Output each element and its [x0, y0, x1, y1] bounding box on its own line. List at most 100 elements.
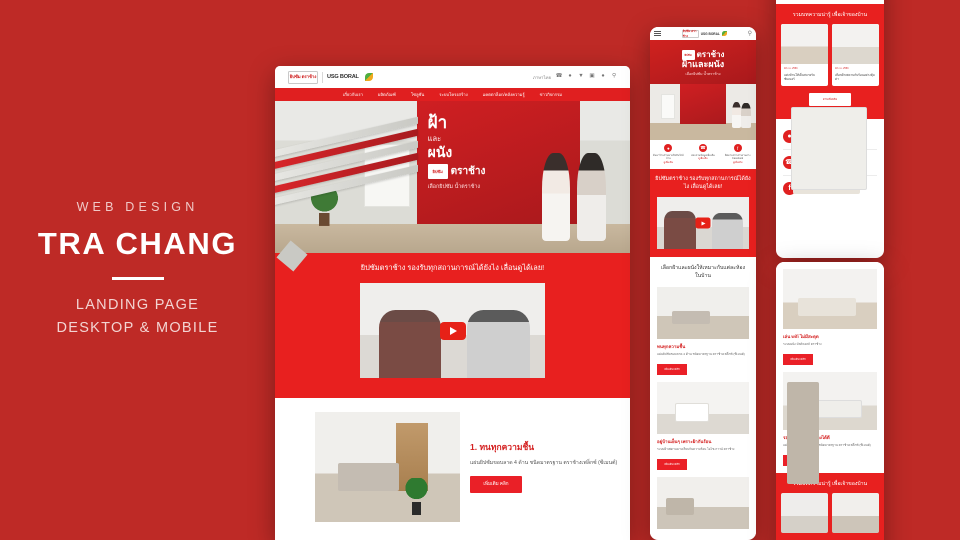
- hero-badge-text: ตราช้าง: [450, 165, 486, 177]
- card-title: เล่น wifi ไม่มีสะดุด: [783, 334, 819, 339]
- partner-brand-label: USG BORAL: [700, 31, 720, 36]
- hero-line-2: และ: [427, 133, 442, 143]
- hero-people-photo: [538, 152, 609, 241]
- phone-icon[interactable]: ☎: [556, 74, 563, 80]
- mobile-card-wifi: เล่น wifi ไม่มีสะดุด ระบบผนัง มัลติวอลล์…: [776, 262, 884, 372]
- mobile-card-humidity: ทนทุกความชื้น แผ่นยิปซัมขอบลาด 4 ด้าน ชน…: [650, 287, 756, 382]
- hero-badge-text: ตราช้าง: [696, 50, 725, 60]
- mobile-hero-heading: ฝ้าและผนัง: [681, 59, 725, 70]
- article-card[interactable]: 18 ก.ย. 2563 แต่งบ้านให้เย็นสบายรับซัมเม…: [781, 24, 828, 86]
- play-button-icon[interactable]: [439, 321, 466, 340]
- mobile-card-heat: อยู่บ้านเย็นๆ เพราะฝ้ากันร้อน ระบบฝ้าเพด…: [650, 381, 756, 477]
- location-icon: ●: [664, 144, 673, 152]
- mobile-mockup-home: ยิปซัม ตราช้าง USG BORAL ⚲ ยิปซัม ตราช้า…: [650, 27, 756, 540]
- desktop-banner: ยิปซัมตราช้าง รองรับทุกสถานการณ์ได้ยังไง…: [275, 253, 630, 283]
- video-thumbnail[interactable]: [657, 197, 749, 250]
- article-date: 18 ก.ย. 2563: [835, 67, 849, 70]
- language-selector[interactable]: ภาษาไทย: [533, 74, 551, 81]
- card-more-button[interactable]: เพิ่มเติม คลิก: [657, 363, 687, 375]
- calculator-icon[interactable]: ▣: [589, 74, 595, 80]
- cover-subtitle-line2: DESKTOP & MOBILE: [56, 319, 219, 336]
- mobile-topbar: ยิปซัม ตราช้าง USG BORAL ⚲: [650, 27, 756, 40]
- leaf-icon: [364, 73, 373, 81]
- articles-row: 18 ก.ย. 2563 แต่งบ้านให้เย็นสบายรับซัมเม…: [776, 24, 884, 93]
- mobile-hero: ยิปซัม ตราช้าง ฝ้าและผนัง เลือกยิปซัม น้…: [650, 40, 756, 140]
- mobile-video-section: [650, 197, 756, 258]
- card-more-button[interactable]: เพิ่มเติม คลิก: [657, 458, 687, 470]
- desktop-banner-text: ยิปซัมตราช้าง รองรับทุกสถานการณ์ได้ยังไง…: [360, 263, 545, 272]
- hero-line-3: ผนัง: [427, 143, 453, 160]
- quick-link-more[interactable]: ดูเพิ่มเติม: [652, 161, 685, 165]
- desktop-hero: ฝ้า และ ผนัง ยิปซัม ตราช้าง เลือกยิปซัม …: [275, 101, 630, 253]
- card-image: [657, 476, 749, 529]
- mobile-quick-links: ● ค้นหาร้านจำหน่ายยิปซัมใกล้บ้าน ดูเพิ่ม…: [650, 140, 756, 169]
- card-image: [657, 381, 749, 434]
- quick-link-more[interactable]: ดูเพิ่มเติม: [687, 157, 720, 161]
- quick-link-label: ติดตามข่าวสารผ่านทาง Facebook: [724, 154, 751, 161]
- nav-item-about[interactable]: เกี่ยวกับเรา: [343, 91, 363, 98]
- mobile-logo-group[interactable]: ยิปซัม ตราช้าง USG BORAL: [681, 29, 727, 38]
- card-paragraph: แผ่นยิปซัมขอบลาด 4 ด้าน ชนิดมาตรฐาน ตราช…: [657, 352, 745, 356]
- desktop-logo-group[interactable]: ยิปซัม ตราช้าง USG BORAL: [288, 70, 373, 84]
- articles-more-button[interactable]: อ่านเพิ่มเติม: [809, 92, 851, 106]
- tra-chang-logo[interactable]: ยิปซัม ตราช้าง: [288, 70, 318, 84]
- user-icon[interactable]: ●: [600, 74, 606, 80]
- mobile-hero-image: [650, 84, 756, 140]
- quick-link-label: ค้นหาร้านจำหน่ายยิปซัมใกล้บ้าน: [653, 154, 684, 161]
- desktop-topbar: ยิปซัม ตราช้าง USG BORAL ภาษาไทย ☎ ● ▼ ▣…: [275, 66, 630, 88]
- card-paragraph: ระบบฝ้าเพดานฉาบเรียบกันความร้อน ไอโซ-กาว…: [657, 446, 735, 451]
- cover-panel: WEB DESIGN TRA CHANG LANDING PAGE DESKTO…: [0, 0, 275, 540]
- hero-brand-badge: ยิปซัม ตราช้าง: [427, 164, 549, 180]
- article-card[interactable]: [781, 492, 828, 533]
- nav-item-news[interactable]: ข่าวกิจกรรม: [540, 91, 562, 98]
- page-title: TRA CHANG: [37, 226, 238, 262]
- hero-line-1: ฝ้า: [427, 112, 448, 132]
- mobile-banner-text: ยิปซัมตราช้าง รองรับทุกสถานการณ์ได้ยังไง…: [650, 168, 756, 198]
- article-image: [781, 24, 828, 64]
- article-image: [832, 492, 879, 533]
- card-image: [783, 269, 877, 329]
- article-card[interactable]: 18 ก.ย. 2563 เลือกฝ้าเพดานกันร้อนอย่างคุ…: [832, 24, 879, 86]
- hamburger-menu-icon[interactable]: [654, 30, 661, 37]
- article-image: [781, 492, 828, 533]
- article-title: แต่งบ้านให้เย็นสบายรับซัมเมอร์: [784, 72, 815, 82]
- card-paragraph: ระบบผนัง มัลติวอลล์ ตราช้าง: [783, 342, 822, 346]
- cover-subtitle-line1: LANDING PAGE: [75, 296, 200, 313]
- quick-link-contact[interactable]: ☎ สอบถามข้อมูลเพิ่มเติม ดูเพิ่มเติม: [687, 144, 720, 165]
- search-icon[interactable]: ⚲: [611, 74, 617, 80]
- nav-item-products[interactable]: ผลิตภัณฑ์: [378, 91, 396, 98]
- mobile-hero-copy: ยิปซัม ตราช้าง ฝ้าและผนัง เลือกยิปซัม น้…: [650, 40, 756, 84]
- quick-link-store-locator[interactable]: ● ค้นหาร้านจำหน่ายยิปซัมใกล้บ้าน ดูเพิ่ม…: [652, 144, 685, 165]
- article-date: 18 ก.ย. 2563: [784, 67, 798, 70]
- cover-kicker: WEB DESIGN: [76, 200, 199, 215]
- mobile-mockup-features: เล่น wifi ไม่มีสะดุด ระบบผนัง มัลติวอลล์…: [776, 262, 884, 540]
- play-button-icon[interactable]: [695, 217, 711, 229]
- articles-section-title: รวมบทความน่ารู้ เพื่อเจ้าของบ้าน: [776, 4, 884, 24]
- download-icon[interactable]: ▼: [578, 74, 584, 80]
- card-title: อยู่บ้านเย็นๆ เพราะฝ้ากันร้อน: [657, 438, 712, 444]
- tra-chang-logo[interactable]: ยิปซัม ตราช้าง: [681, 29, 699, 38]
- logo-divider: [322, 71, 323, 83]
- desktop-mockup: ยิปซัม ตราช้าง USG BORAL ภาษาไทย ☎ ● ▼ ▣…: [275, 66, 630, 540]
- article-image: [832, 24, 879, 64]
- quick-link-facebook[interactable]: f ติดตามข่าวสารผ่านทาง Facebook ดูเพิ่มเ…: [721, 144, 754, 165]
- nav-item-systems[interactable]: ระบบโครงสร้าง: [439, 91, 467, 98]
- title-divider: [111, 276, 164, 280]
- video-thumbnail[interactable]: [360, 283, 545, 378]
- nav-item-solutions[interactable]: โซลูชัน: [411, 91, 424, 98]
- feature-more-button[interactable]: เพิ่มเติม คลิก: [470, 476, 522, 494]
- location-icon[interactable]: ●: [567, 74, 573, 80]
- feature-paragraph: แผ่นยิปซัมขอบลาด 4 ด้าน ชนิดมาตรฐาน ตราช…: [470, 460, 618, 466]
- desktop-video-section: [275, 283, 630, 398]
- card-more-button[interactable]: เพิ่มเติม คลิก: [783, 353, 813, 365]
- article-title: เลือกฝ้าเพดานกันร้อนอย่างคุ้มค่า: [835, 72, 875, 82]
- feature-heading: 1. ทนทุกความชื้น: [470, 442, 535, 452]
- nav-item-catalog[interactable]: แคตตาล็อก/คลังความรู้: [483, 91, 525, 98]
- feature-plant: [404, 478, 429, 516]
- quick-link-more[interactable]: ดูเพิ่มเติม: [721, 161, 754, 165]
- card-title: ทนทุกความชื้น: [657, 344, 686, 349]
- search-icon[interactable]: ⚲: [748, 30, 752, 37]
- mobile-mockup-articles: เพิ่มเติม คลิก รวมบทความน่ารู้ เพื่อเจ้า…: [776, 0, 884, 258]
- article-card[interactable]: [832, 492, 879, 533]
- phone-icon: ☎: [699, 144, 707, 152]
